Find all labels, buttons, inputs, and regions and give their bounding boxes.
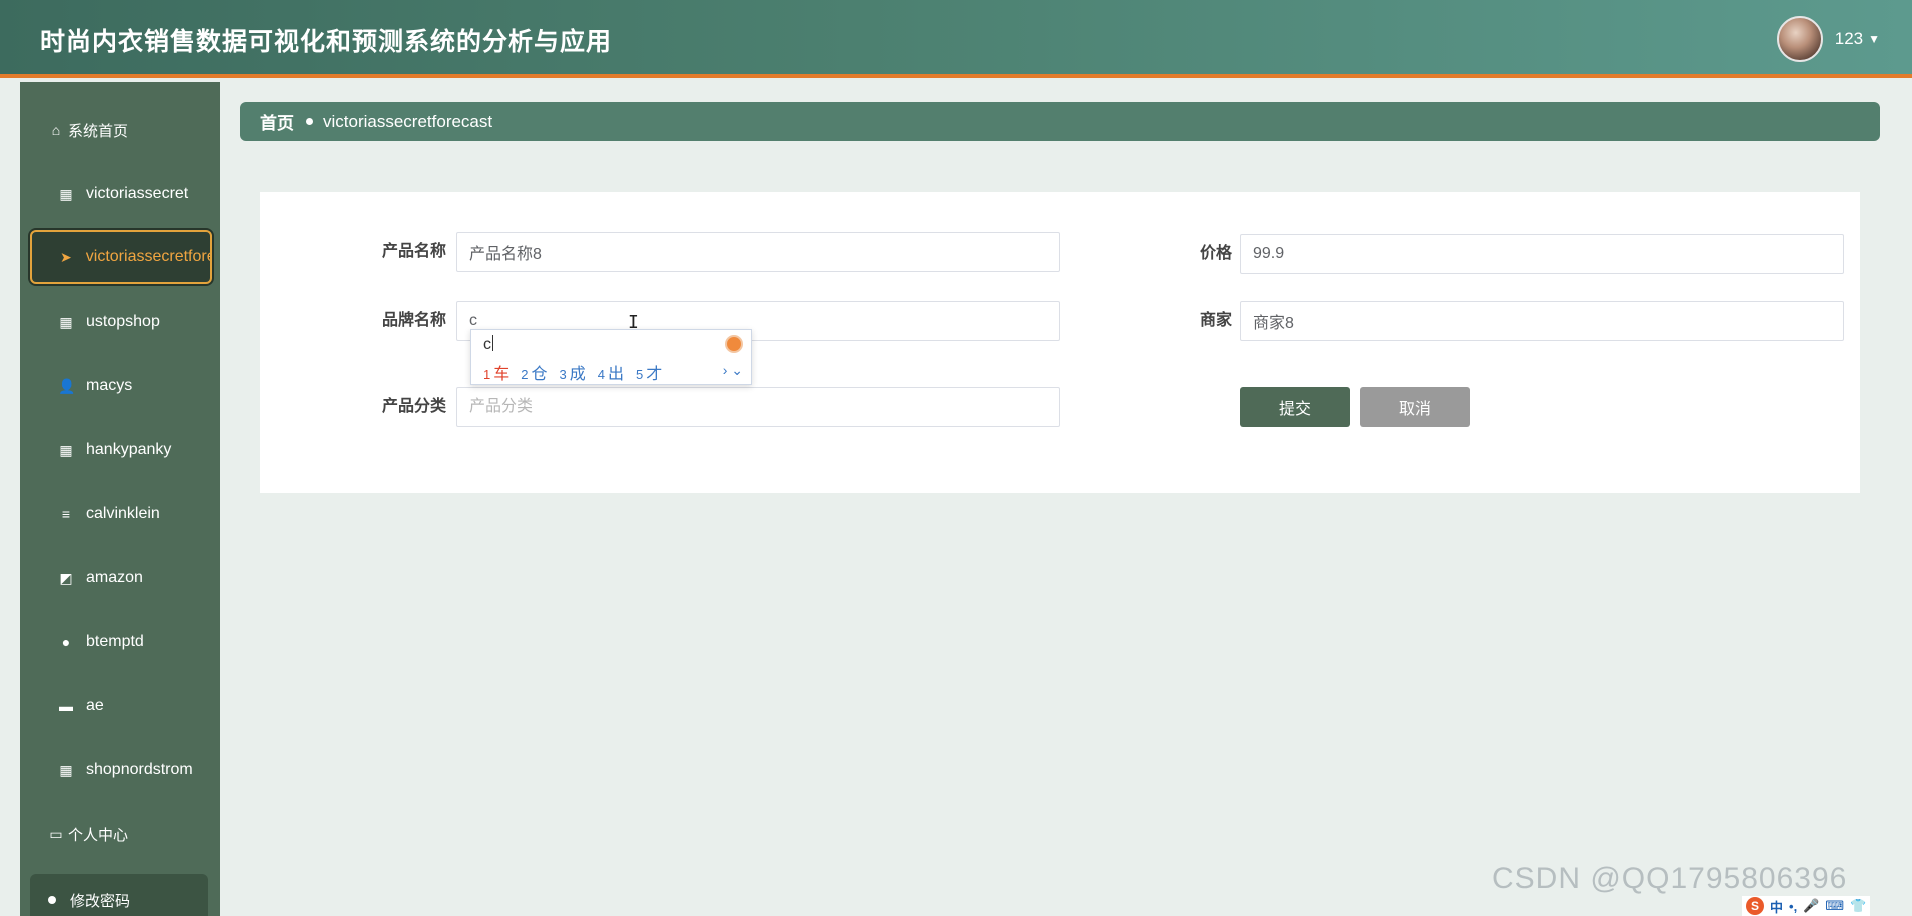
breadcrumb-current: victoriassecretforecast (323, 111, 493, 131)
sidebar-item-label: ae (86, 697, 104, 714)
sidebar-item-label: victoriassecret (86, 185, 189, 202)
bulb-icon: ● (61, 634, 71, 650)
sidebar-item-label: btemptd (86, 633, 144, 650)
watermark: CSDN @QQ1795806396 (1492, 862, 1848, 895)
brand-name-label: 品牌名称 (381, 312, 446, 329)
sidebar-item-label: 个人中心 (68, 826, 129, 844)
ime-candidate[interactable]: 3成 (560, 360, 586, 384)
ime-typed-text: c (483, 336, 491, 353)
ime-candidate-popup[interactable]: c 1车 2仓 3成 4出 5才 › ⌄ (470, 329, 752, 385)
merchant-input[interactable] (1240, 301, 1844, 341)
grid-icon: ▦ (59, 441, 73, 458)
chart-icon: ◩ (59, 569, 73, 586)
user-menu[interactable]: 123 ▼ (1776, 16, 1880, 62)
breadcrumb: 首页 victoriassecretforecast (240, 102, 1880, 141)
ime-next-page-icon[interactable]: › ⌄ (723, 362, 743, 379)
grid-icon: ▦ (59, 185, 73, 202)
sidebar-item-personal-center[interactable]: ▭ 个人中心 (20, 808, 220, 860)
ime-tray[interactable]: S 中 •, 🎤 ⌨ 👕 (1742, 896, 1871, 916)
sidebar-item-home[interactable]: ⌂ 系统首页 (20, 104, 220, 156)
sidebar-item-label: hankypanky (86, 441, 172, 458)
sidebar-item-ae[interactable]: ▬ ae (20, 680, 220, 732)
sidebar-item-label: 系统首页 (68, 122, 129, 140)
list-icon: ≡ (61, 506, 71, 522)
paper-plane-icon: ➤ (60, 248, 72, 265)
product-name-input[interactable] (456, 232, 1060, 272)
cancel-button[interactable]: 取消 (1360, 387, 1470, 427)
sidebar-item-hankypanky[interactable]: ▦ hankypanky (20, 424, 220, 476)
merchant-label: 商家 (1199, 312, 1232, 329)
breadcrumb-home[interactable]: 首页 (260, 109, 294, 134)
sidebar-item-btemptd[interactable]: ● btemptd (20, 616, 220, 668)
product-name-label: 产品名称 (381, 243, 446, 260)
ime-logo-icon[interactable] (725, 335, 743, 353)
price-label: 价格 (1199, 245, 1232, 262)
user-icon: 👤 (58, 377, 76, 394)
caret-down-icon[interactable]: ▼ (1868, 32, 1880, 46)
username[interactable]: 123 (1835, 29, 1863, 49)
grid-icon: ▦ (59, 313, 73, 330)
sidebar-item-victoriassecret[interactable]: ▦ victoriassecret (20, 168, 220, 220)
keyboard-icon[interactable]: ⌨ (1825, 898, 1844, 914)
sidebar-item-amazon[interactable]: ◩ amazon (20, 552, 220, 604)
ime-candidate-list: 1车 2仓 3成 4出 5才 (483, 360, 662, 384)
dot-icon (48, 896, 56, 904)
card-icon: ▭ (49, 825, 63, 842)
sidebar-item-victoriassecretforecast[interactable]: ➤ victoriassecretforecast (30, 230, 212, 284)
sidebar-item-label: 修改密码 (70, 892, 131, 910)
sidebar: ⌂ 系统首页 ▦ victoriassecret ➤ victoriassecr… (20, 82, 220, 916)
sidebar-item-ustopshop[interactable]: ▦ ustopshop (20, 296, 220, 348)
shirt-icon[interactable]: 👕 (1850, 898, 1866, 914)
message-icon: ▬ (59, 698, 73, 714)
sidebar-item-label: calvinklein (86, 505, 160, 522)
sidebar-item-label: amazon (86, 569, 143, 586)
ime-candidate[interactable]: 4出 (598, 360, 624, 384)
top-header: 时尚内衣销售数据可视化和预测系统的分析与应用 123 ▼ (0, 0, 1912, 78)
submit-button[interactable]: 提交 (1240, 387, 1350, 427)
sogou-logo-icon: S (1746, 897, 1764, 915)
ime-punctuation-indicator[interactable]: •, (1789, 899, 1797, 914)
grid-icon: ▦ (59, 761, 73, 778)
ime-candidate[interactable]: 5才 (636, 360, 662, 384)
microphone-icon[interactable]: 🎤 (1803, 898, 1819, 914)
sidebar-item-calvinklein[interactable]: ≡ calvinklein (20, 488, 220, 540)
sidebar-item-shopnordstrom[interactable]: ▦ shopnordstrom (20, 744, 220, 796)
ime-candidate[interactable]: 1车 (483, 360, 509, 384)
ime-candidate[interactable]: 2仓 (521, 360, 547, 384)
avatar[interactable] (1776, 16, 1823, 62)
breadcrumb-separator-icon (306, 118, 313, 125)
category-input[interactable] (456, 387, 1060, 427)
sidebar-item-label: shopnordstrom (86, 761, 193, 778)
sidebar-item-label: macys (86, 377, 133, 394)
sidebar-item-macys[interactable]: 👤 macys (20, 360, 220, 412)
category-label: 产品分类 (381, 398, 446, 415)
sidebar-item-change-password[interactable]: 修改密码 (30, 874, 208, 916)
price-input[interactable] (1240, 234, 1844, 274)
sidebar-item-label: ustopshop (86, 313, 160, 330)
ime-language-indicator[interactable]: 中 (1770, 897, 1783, 916)
home-icon: ⌂ (51, 122, 61, 138)
sidebar-item-label: victoriassecretforecast (85, 248, 210, 265)
app-title: 时尚内衣销售数据可视化和预测系统的分析与应用 (40, 28, 613, 56)
